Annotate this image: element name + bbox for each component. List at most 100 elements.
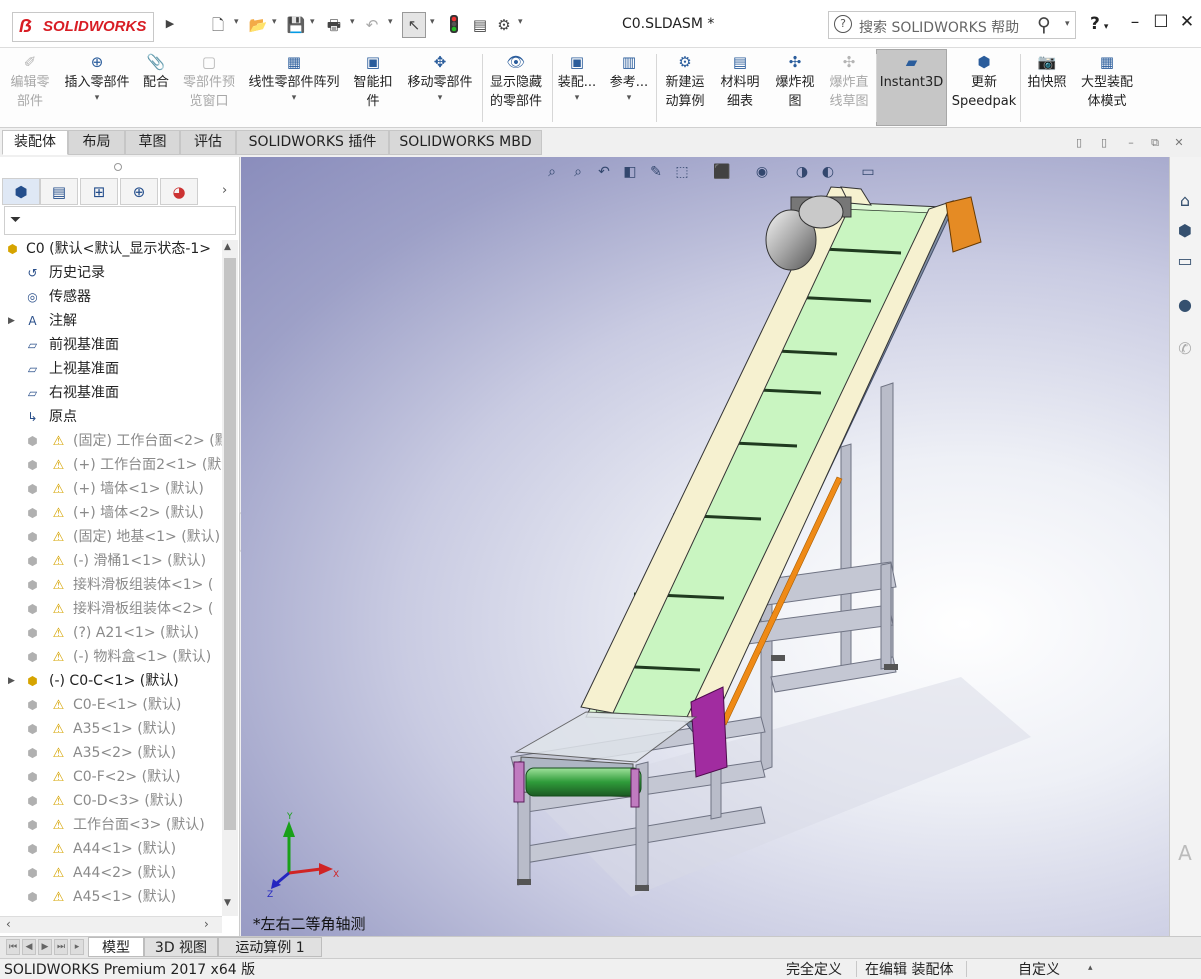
toolbar-command-5[interactable]: ▣ 智能扣 件 [348,52,398,124]
toolbar-command-10[interactable]: ⚙ 新建运 动算例 [660,52,710,124]
tree-item[interactable]: ⬢ ⚠ A44<1> (默认) [0,837,222,861]
tab-model[interactable]: 模型 [88,937,144,957]
search-icon[interactable]: ⚲ [1037,14,1051,36]
apply-scene-icon[interactable]: ◐ [818,162,838,182]
scroll-up-icon[interactable]: ▲ [224,242,231,252]
tree-item[interactable]: ⬢ ⚠ A35<2> (默认) [0,741,222,765]
options-dropdown-icon[interactable]: ▾ [518,17,528,27]
tree-item[interactable]: ⬢ ⚠ 接料滑板组装体<1> ( [0,573,222,597]
print-icon[interactable]: 🖶 [324,15,344,35]
tab-list-arrow-icon[interactable]: ▸ [70,939,84,955]
toolbar-command-14[interactable]: ▰ Instant3D [876,52,947,124]
rebuild-traffic-light-icon[interactable] [444,15,464,35]
appearance-font-icon[interactable]: A [1170,838,1200,868]
tab-solidworks-addins[interactable]: SOLIDWORKS 插件 [236,130,389,155]
tree-item[interactable]: ⬢ ⚠ C0-E<1> (默认) [0,693,222,717]
help-menu-button[interactable]: ? ▾ [1090,14,1108,34]
view-orientation-icon[interactable]: ⬚ [672,162,692,182]
design-library-icon[interactable]: ⬢ [1170,216,1200,246]
unit-system-button[interactable]: 自定义 [1018,959,1060,979]
toolbar-command-3[interactable]: ▢ 零部件预 览窗口 [176,52,242,124]
first-tab-arrow-icon[interactable]: ⏮ [6,939,20,955]
toolbar-command-17[interactable]: ▦ 大型装配 体模式 [1076,52,1138,124]
toolbar-command-0[interactable]: ✐ 编辑零 部件 [4,52,56,124]
tree-item[interactable]: ⬢ ⚠ (固定) 工作台面<2> (默 [0,429,222,453]
tree-item[interactable]: ⬢ ⚠ (+) 墙体<1> (默认) [0,477,222,501]
tree-item[interactable]: ⬢ ⚠ A45<1> (默认) [0,885,222,909]
toolbar-command-13[interactable]: ✣ 爆炸直 线草图 [824,52,874,124]
toolbar-command-8[interactable]: ▣ 装配... ▾ [554,52,600,124]
search-input[interactable]: 搜索 SOLIDWORKS 帮助 [859,17,1019,37]
save-icon[interactable]: 💾 [286,15,306,35]
command-dropdown-icon[interactable]: ▾ [58,92,136,104]
tree-item[interactable]: ▶ ⬢ (-) C0-C<1> (默认) [0,669,222,693]
search-dropdown-icon[interactable]: ▾ [1065,19,1070,29]
open-dropdown-icon[interactable]: ▾ [272,17,282,27]
toolbar-command-15[interactable]: ⬢ 更新 Speedpak [950,52,1018,124]
viewport-split-right-icon[interactable]: ▯ [1097,136,1111,150]
tree-item[interactable]: ⬢ ⚠ (?) A21<1> (默认) [0,621,222,645]
previous-view-icon[interactable]: ↶ [594,162,614,182]
display-manager-tab-icon[interactable]: ◕ [160,178,198,205]
print-dropdown-icon[interactable]: ▾ [350,17,360,27]
minimize-button[interactable]: – [1124,12,1146,34]
tree-item[interactable]: ↺ 历史记录 [0,261,222,285]
tree-root[interactable]: ⬢ C0 (默认<默认_显示状态-1> [0,237,222,261]
last-tab-arrow-icon[interactable]: ⏭ [54,939,68,955]
dimxpert-tab-icon[interactable]: ⊕ [120,178,158,205]
tree-item[interactable]: ⬢ ⚠ (+) 工作台面2<1> (默认 [0,453,222,477]
graphics-area[interactable]: Y X Z [241,157,1169,936]
propertymanager-tab-icon[interactable]: ▤ [40,178,78,205]
save-dropdown-icon[interactable]: ▾ [310,17,320,27]
tree-item[interactable]: ⬢ ⚠ (+) 墙体<2> (默认) [0,501,222,525]
file-properties-icon[interactable]: ▤ [470,15,490,35]
hide-show-items-icon[interactable]: ◉ [752,162,772,182]
tab-assembly[interactable]: 装配体 [2,130,68,155]
viewport-split-left-icon[interactable]: ▯ [1072,136,1086,150]
tree-item[interactable]: ⬢ ⚠ 工作台面<3> (默认) [0,813,222,837]
tab-evaluate[interactable]: 评估 [180,130,236,155]
tree-item[interactable]: ◎ 传感器 [0,285,222,309]
previous-tab-arrow-icon[interactable]: ◀ [22,939,36,955]
toolbar-command-9[interactable]: ▥ 参考... ▾ [606,52,652,124]
conveyor-model[interactable]: Y X Z [241,157,1169,936]
command-dropdown-icon[interactable]: ▾ [554,92,600,104]
tree-item[interactable]: ⬢ ⚠ C0-F<2> (默认) [0,765,222,789]
user-avatar-icon[interactable]: ● [1170,290,1200,320]
viewport-minimize-icon[interactable]: – [1124,136,1138,150]
tab-motion-study[interactable]: 运动算例 1 [218,937,322,957]
tree-scroll-thumb[interactable] [224,258,236,830]
tree-item[interactable]: ⬢ ⚠ 接料滑板组装体<2> ( [0,597,222,621]
undo-dropdown-icon[interactable]: ▾ [388,17,398,27]
toolbar-command-6[interactable]: ✥ 移动零部件 ▾ [402,52,478,124]
viewport-restore-icon[interactable]: ⧉ [1148,136,1162,150]
maximize-button[interactable]: ☐ [1150,12,1172,34]
panel-collapse-grip[interactable] [114,163,122,171]
toolbar-command-1[interactable]: ⊕ 插入零部件 ▾ [58,52,136,124]
select-icon[interactable]: ↖ [402,12,426,38]
command-dropdown-icon[interactable]: ▾ [402,92,478,104]
tree-filter[interactable]: ⏷ [4,206,236,235]
solidworks-resources-icon[interactable]: ⌂ [1170,186,1200,216]
next-tab-arrow-icon[interactable]: ▶ [38,939,52,955]
tab-3d-view[interactable]: 3D 视图 [144,937,218,957]
edit-appearance-icon[interactable]: ◑ [792,162,812,182]
tree-item[interactable]: ▶ A 注解 [0,309,222,333]
scroll-down-icon[interactable]: ▼ [224,898,231,908]
tree-item[interactable]: ⬢ ⚠ (固定) 地基<1> (默认) [0,525,222,549]
scroll-left-icon[interactable]: ‹ [6,917,11,931]
toolbar-command-16[interactable]: 📷 拍快照 [1022,52,1072,124]
display-style-icon[interactable]: ⬛ [712,162,732,182]
tree-item[interactable]: ⬢ ⚠ A35<1> (默认) [0,717,222,741]
undo-icon[interactable]: ↶ [362,15,382,35]
tree-item[interactable]: ⬢ ⚠ C0-D<3> (默认) [0,789,222,813]
dynamic-annotation-icon[interactable]: ✎ [646,162,666,182]
help-search-box[interactable]: ? 搜索 SOLIDWORKS 帮助 ⚲ ▾ [828,11,1076,39]
solidworks-logo[interactable]: ẞ SOLIDWORKS [12,12,154,42]
zoom-to-area-icon[interactable]: ⌕ [568,162,588,182]
tree-item[interactable]: ⬢ ⚠ (-) 滑桶1<1> (默认) [0,549,222,573]
toolbar-command-11[interactable]: ▤ 材料明 细表 [714,52,766,124]
toolbar-command-2[interactable]: 📎 配合 [138,52,174,124]
file-explorer-icon[interactable]: ▭ [1170,246,1200,276]
new-document-icon[interactable]: 🗋 [208,15,228,35]
